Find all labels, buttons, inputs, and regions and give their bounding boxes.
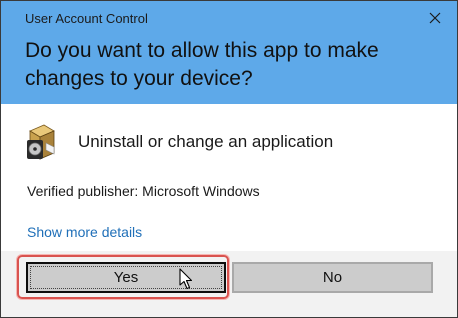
close-icon[interactable] (425, 7, 445, 29)
prompt-question: Do you want to allow this app to make ch… (25, 39, 379, 90)
uac-dialog: User Account Control Do you want to allo… (0, 0, 458, 318)
mouse-pointer-icon (179, 268, 195, 292)
dialog-header: User Account Control Do you want to allo… (1, 1, 457, 104)
verified-publisher: Verified publisher: Microsoft Windows (27, 183, 260, 199)
highlight-box (17, 255, 229, 299)
window-caption: User Account Control (25, 11, 148, 26)
installer-package-icon (24, 123, 58, 163)
app-name: Uninstall or change an application (78, 132, 334, 151)
show-more-details-link[interactable]: Show more details (27, 224, 142, 240)
no-button[interactable]: No (232, 262, 433, 293)
